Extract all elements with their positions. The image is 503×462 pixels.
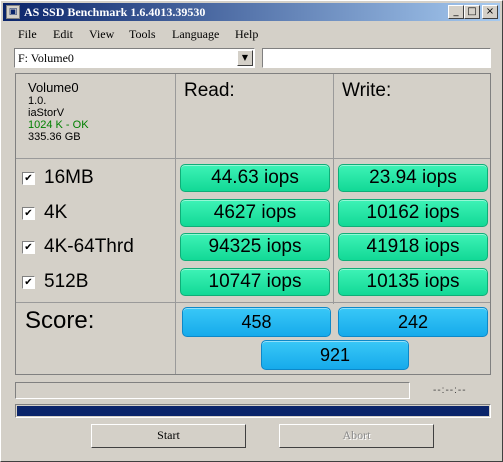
score-total: 921	[261, 340, 409, 370]
read-result-4k-64thrd: 94325 iops	[180, 233, 330, 261]
menu-help[interactable]: Help	[235, 27, 258, 42]
menu-tools[interactable]: Tools	[129, 27, 156, 42]
menu-bar: File Edit View Tools Language Help	[3, 24, 500, 44]
menu-file[interactable]: File	[18, 27, 37, 42]
abort-button[interactable]: Abort	[279, 424, 434, 448]
overall-progress-bar	[15, 404, 491, 418]
read-header: Read:	[184, 80, 235, 101]
close-button[interactable]: ×	[482, 5, 498, 19]
divider	[16, 302, 490, 303]
score-write: 242	[338, 307, 488, 337]
drive-size: 335.36 GB	[28, 131, 81, 143]
app-icon[interactable]: ▣	[6, 5, 20, 19]
write-result-512b: 10135 iops	[338, 268, 488, 296]
menu-view[interactable]: View	[89, 27, 114, 42]
chevron-down-icon[interactable]: ▼	[237, 50, 253, 66]
drive-name: Volume0	[28, 80, 79, 95]
write-result-4k-64thrd: 41918 iops	[338, 233, 488, 261]
score-label: Score:	[25, 307, 95, 334]
divider	[175, 74, 176, 374]
drive-version: 1.0.	[28, 95, 47, 107]
window-title: AS SSD Benchmark 1.6.4013.39530	[24, 5, 206, 19]
test-label-4k-64thrd: 4K-64Thrd	[44, 236, 134, 257]
test-label-512b: 512B	[44, 271, 89, 292]
drive-select-value: F: Volume0	[18, 51, 74, 65]
test-progress-bar	[15, 382, 410, 399]
drive-info-field[interactable]	[262, 48, 491, 68]
write-result-16mb: 23.94 iops	[338, 164, 488, 192]
drive-driver: iaStorV	[28, 107, 65, 119]
minimize-button[interactable]: _	[448, 5, 464, 19]
drive-select[interactable]: F: Volume0 ▼	[14, 48, 255, 68]
alignment-status: 1024 K - OK	[28, 119, 89, 131]
menu-language[interactable]: Language	[172, 27, 219, 42]
app-window: ▣ AS SSD Benchmark 1.6.4013.39530 _ □ × …	[0, 0, 503, 462]
maximize-button[interactable]: □	[464, 5, 480, 19]
read-result-512b: 10747 iops	[180, 268, 330, 296]
score-read: 458	[182, 307, 331, 337]
test-checkbox-512b[interactable]: ✔	[22, 276, 35, 289]
test-checkbox-4k[interactable]: ✔	[22, 207, 35, 220]
test-label-16mb: 16MB	[44, 167, 94, 188]
read-result-4k: 4627 iops	[180, 199, 330, 227]
read-result-16mb: 44.63 iops	[180, 164, 330, 192]
write-result-4k: 10162 iops	[338, 199, 488, 227]
test-label-4k: 4K	[44, 202, 68, 223]
write-header: Write:	[342, 80, 392, 101]
elapsed-time: --:--:--	[433, 385, 467, 396]
title-bar[interactable]: ▣ AS SSD Benchmark 1.6.4013.39530 _ □ ×	[3, 3, 500, 21]
drive-info: Volume0 1.0. iaStorV 1024 K - OK 335.36 …	[28, 80, 89, 144]
benchmark-grid: Volume0 1.0. iaStorV 1024 K - OK 335.36 …	[15, 73, 491, 375]
progress-fill	[17, 406, 489, 416]
start-button[interactable]: Start	[91, 424, 246, 448]
menu-edit[interactable]: Edit	[53, 27, 73, 42]
test-checkbox-16mb[interactable]: ✔	[22, 172, 35, 185]
test-checkbox-4k-64thrd[interactable]: ✔	[22, 241, 35, 254]
divider	[16, 158, 490, 159]
divider	[333, 74, 334, 304]
